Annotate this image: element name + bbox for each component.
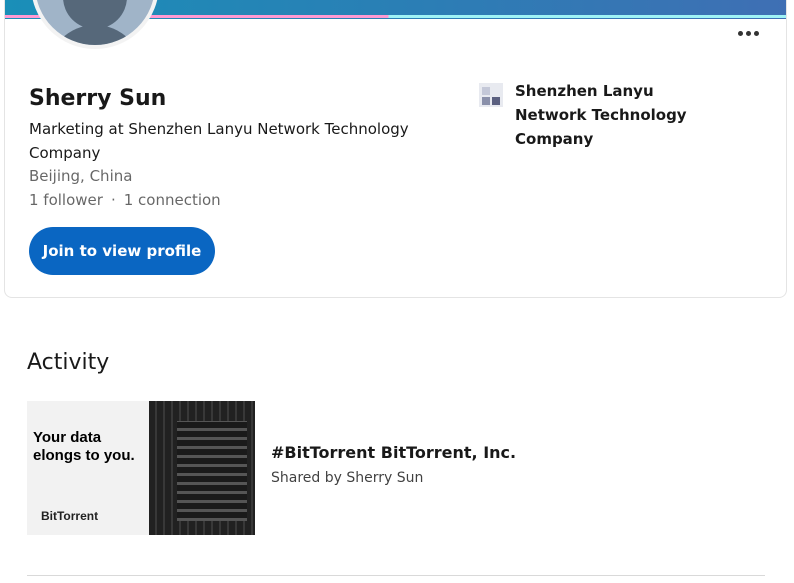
ellipsis-dot [737,30,743,36]
post-thumbnail[interactable]: Your data elongs to you. BitTorrent [27,401,255,535]
thumbnail-brand: BitTorrent [41,509,99,523]
profile-location: Beijing, China [29,167,133,185]
profile-card: Sherry Sun Marketing at Shenzhen Lanyu N… [4,0,787,298]
profile-name: Sherry Sun [29,86,167,111]
thumbnail-slogan: Your data elongs to you. [33,429,135,464]
connections-count[interactable]: 1 connection [124,191,221,209]
section-divider [27,575,765,576]
followers-count[interactable]: 1 follower [29,191,103,209]
stats-separator: · [110,191,116,209]
activity-heading: Activity [27,350,110,375]
thumbnail-building [177,421,247,521]
ellipsis-dot [753,30,759,36]
post-title[interactable]: #BitTorrent BitTorrent, Inc. [271,443,516,462]
default-avatar-icon[interactable] [31,0,159,49]
company-logo-icon [479,83,503,107]
company-name: Shenzhen Lanyu Network Technology Compan… [515,82,687,148]
post-meta: Shared by Sherry Sun [271,470,424,486]
ellipsis-dot [745,30,751,36]
profile-stats: 1 follower · 1 connection [29,191,221,209]
join-to-view-profile-button[interactable]: Join to view profile [29,227,215,275]
profile-headline: Marketing at Shenzhen Lanyu Network Tech… [29,120,409,162]
activity-post[interactable]: Your data elongs to you. BitTorrent #Bit… [27,401,516,535]
ellipsis-icon[interactable] [732,21,764,45]
post-info: #BitTorrent BitTorrent, Inc. Shared by S… [271,401,516,535]
current-company-link[interactable]: Shenzhen Lanyu Network Technology Compan… [479,79,725,151]
